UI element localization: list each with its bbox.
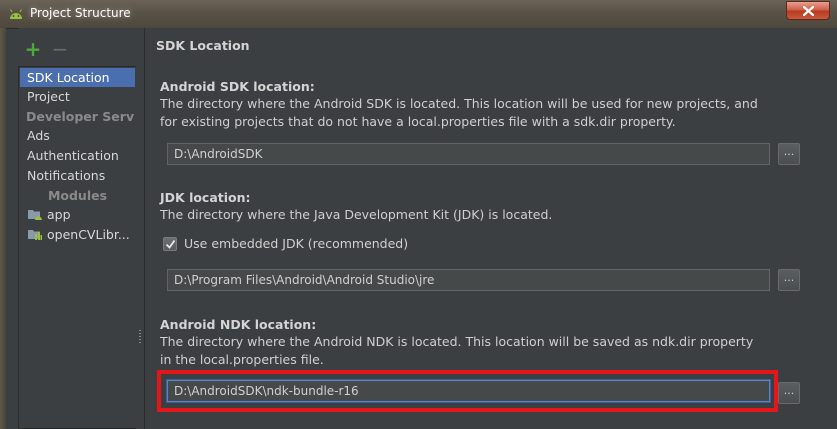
main-panel: SDK Location Android SDK location: The d… [144,28,837,429]
android-sdk-browse-button[interactable]: ... [778,143,800,165]
android-ndk-browse-button[interactable]: ... [778,382,800,404]
android-module-icon [28,210,42,220]
sidebar-toolbar: + − [18,38,136,60]
window-frame [0,28,6,429]
sidebar-item-module-app[interactable]: app [20,205,135,224]
title-bar: Project Structure [0,0,837,29]
page-title: SDK Location [156,38,250,53]
embedded-jdk-label: Use embedded JDK (recommended) [184,236,409,251]
add-button[interactable]: + [24,38,42,60]
sidebar-item-label: Authentication [27,148,119,163]
android-sdk-description: The directory where the Android SDK is l… [160,96,758,129]
sidebar-item-label: Project [27,89,70,104]
developer-services-header: Developer Servi... [26,109,135,124]
close-button[interactable] [786,1,830,20]
sidebar-item-sdk-location[interactable]: SDK Location [20,68,135,87]
remove-button[interactable]: − [51,38,69,60]
android-studio-icon [10,9,22,19]
sidebar-item-project[interactable]: Project [20,87,135,106]
sidebar-item-label: Ads [27,128,50,143]
sidebar-item-label: openCVLibr... [47,227,130,242]
sidebar-item-module-opencv[interactable]: openCVLibr... [20,225,135,244]
window-title: Project Structure [30,6,131,20]
project-structure-window: Project Structure + − SDK Location Proje… [0,0,837,429]
sidebar: + − SDK Location Project Developer Servi… [18,28,136,429]
embedded-jdk-checkbox[interactable] [163,237,177,251]
sidebar-item-label: SDK Location [27,70,110,85]
android-ndk-description: The directory where the Android NDK is l… [160,334,754,367]
jdk-path-input[interactable] [167,269,770,291]
android-sdk-title: Android SDK location: [160,79,315,94]
android-ndk-title: Android NDK location: [160,317,317,332]
sidebar-item-ads[interactable]: Ads [20,126,135,145]
library-module-icon [28,230,42,240]
jdk-browse-button[interactable]: ... [778,269,800,291]
sidebar-item-authentication[interactable]: Authentication [20,146,135,165]
android-sdk-path-input[interactable] [167,143,770,165]
checkmark-icon [165,239,176,249]
jdk-description: The directory where the Java Development… [160,207,553,222]
modules-header: Modules [47,188,108,203]
jdk-title: JDK location: [160,190,251,205]
close-icon [803,6,814,16]
highlight-annotation [157,370,778,412]
sidebar-item-label: Notifications [27,168,106,183]
sidebar-item-label: app [47,207,71,222]
sidebar-list: SDK Location Project Developer Servi... … [18,66,136,429]
splitter-handle[interactable] [136,28,144,429]
sidebar-item-notifications[interactable]: Notifications [20,166,135,185]
splitter-grip-icon [139,330,141,344]
